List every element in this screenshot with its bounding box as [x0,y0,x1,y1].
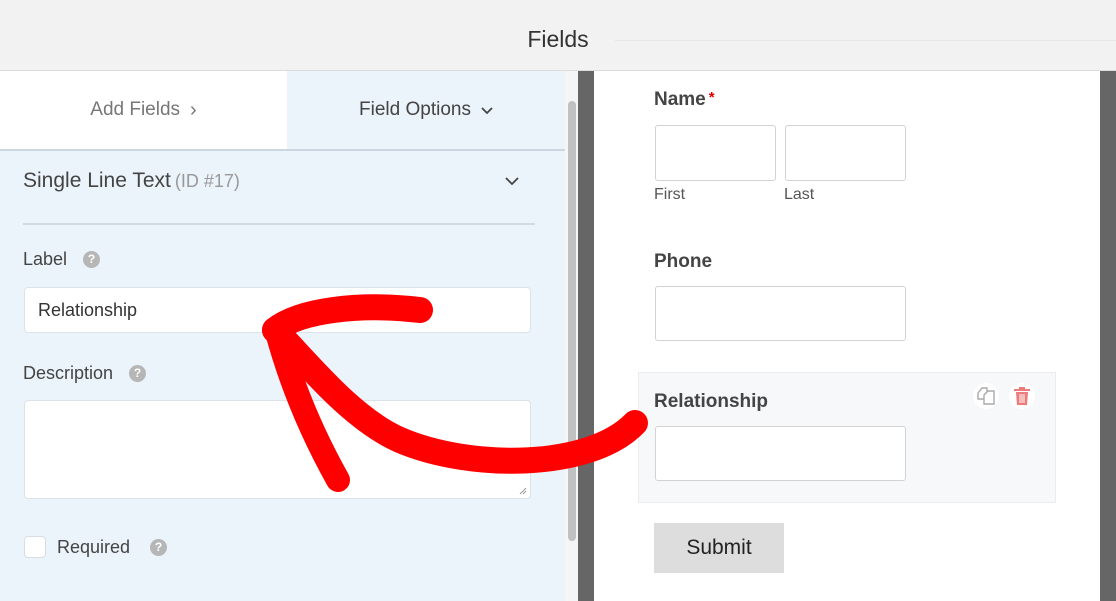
top-bar: Fields [0,0,1116,71]
field-id: (ID #17) [174,171,240,191]
tab-add-fields[interactable]: Add Fields › [0,71,287,149]
description-field-label: Description ? [23,363,147,384]
chevron-down-icon[interactable] [505,173,521,189]
scrollbar-thumb[interactable] [568,101,576,541]
title-divider [615,40,1116,41]
help-icon[interactable]: ? [150,539,168,556]
label-text: Label [23,249,68,269]
preview-frame-right [1100,71,1116,601]
description-textarea[interactable] [24,400,531,499]
preview-frame-left [578,71,594,601]
help-icon[interactable]: ? [83,251,101,268]
help-icon[interactable]: ? [129,365,147,382]
panel-tabs: Add Fields › Field Options [0,71,565,151]
required-checkbox[interactable] [24,536,46,558]
field-section-header[interactable]: Single Line Text (ID #17) [23,169,535,225]
selected-field-relationship[interactable]: Relationship [638,372,1056,503]
phone-input[interactable] [655,286,906,341]
chevron-right-icon: › [190,98,197,121]
submit-button[interactable]: Submit [654,523,784,573]
form-preview: Name * First Last Phone Relationship Sub… [594,71,1100,601]
field-type-title: Single Line Text [23,169,171,192]
field-actions [973,383,1035,409]
chevron-down-icon [481,102,493,118]
first-name-input[interactable] [655,125,776,181]
required-field-label: Required ? [57,537,168,558]
relationship-input[interactable] [655,426,906,481]
last-name-input[interactable] [785,125,906,181]
field-options-panel: Add Fields › Field Options Single Line T… [0,71,565,601]
relationship-field-label: Relationship [654,391,769,412]
panel-scrollbar[interactable] [565,71,578,601]
label-field-label: Label ? [23,249,101,270]
tab-field-options[interactable]: Field Options [287,71,565,149]
name-field-label: Name * [654,89,715,111]
first-sublabel: First [654,186,686,203]
label-input[interactable]: Relationship [24,287,531,333]
tab-label: Add Fields [90,99,181,120]
name-label-text: Name [654,89,706,110]
tab-label: Field Options [359,99,471,120]
trash-icon[interactable] [1009,383,1035,409]
phone-field-label: Phone [654,251,713,272]
required-asterisk: * [708,89,715,106]
duplicate-icon[interactable] [973,383,999,409]
last-sublabel: Last [784,186,815,203]
required-text: Required [57,537,131,557]
resize-handle-icon[interactable] [519,487,527,495]
description-text: Description [23,363,114,383]
